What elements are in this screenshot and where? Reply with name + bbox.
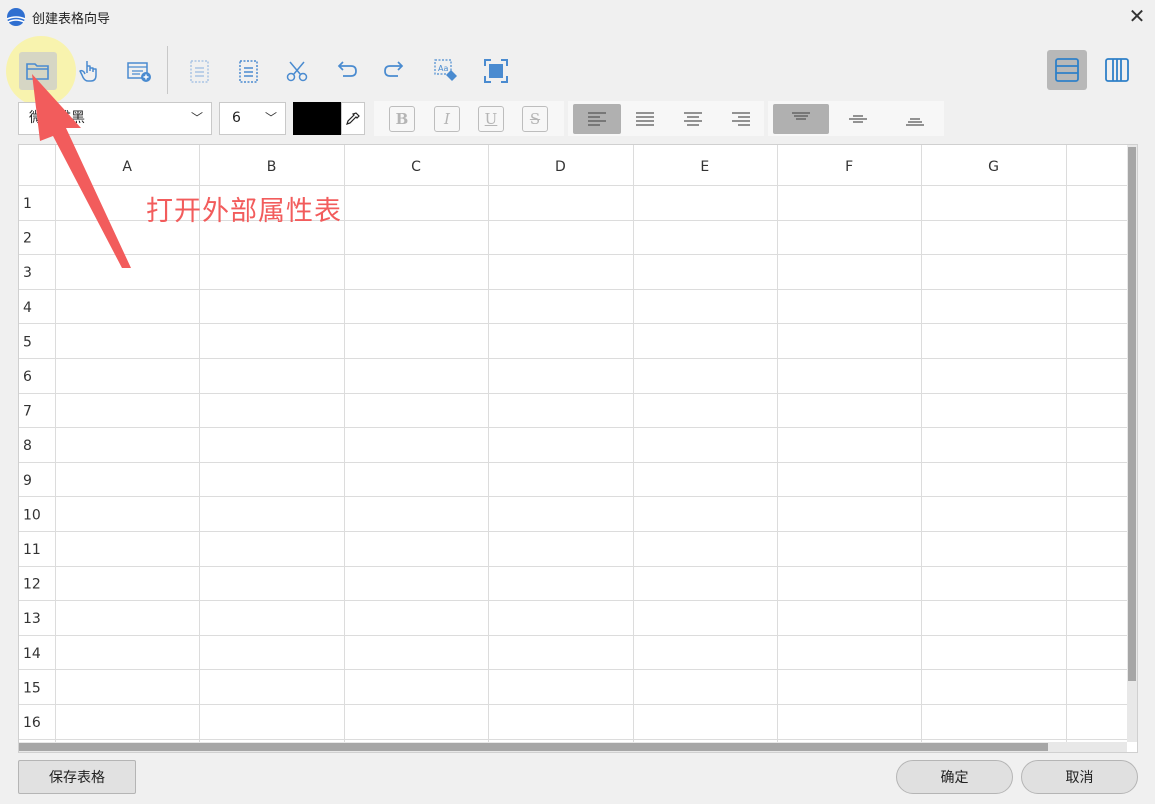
valign-top-button[interactable] [773, 104, 829, 134]
italic-button[interactable]: I [434, 106, 460, 132]
paste-doc-icon [239, 60, 258, 83]
row-header-16[interactable]: 16 [23, 715, 41, 731]
clear-format-button[interactable]: Aa [427, 52, 465, 90]
row-header-9[interactable]: 9 [23, 473, 32, 489]
eyedropper-icon [346, 111, 360, 125]
column-header-e[interactable]: E [700, 159, 709, 175]
undo-button[interactable] [327, 52, 365, 90]
valign-middle-button[interactable] [833, 104, 883, 134]
table-add-icon [127, 62, 151, 82]
rows-icon [1055, 58, 1079, 82]
column-header-b[interactable]: B [267, 159, 277, 175]
app-logo-icon [6, 8, 26, 26]
align-left-icon [588, 112, 606, 126]
color-picker-button[interactable] [341, 102, 365, 135]
insert-table-button[interactable] [120, 52, 158, 90]
valign-bottom-icon [906, 118, 924, 126]
row-header-12[interactable]: 12 [23, 577, 41, 593]
align-center-icon [684, 112, 702, 126]
row-header-4[interactable]: 4 [23, 300, 32, 316]
align-center-button[interactable] [669, 104, 717, 134]
hand-pointer-icon [79, 61, 97, 82]
ok-button[interactable]: 确定 [896, 760, 1013, 794]
open-folder-button[interactable] [19, 52, 57, 90]
font-family-value: 微软雅黑 [29, 110, 85, 126]
fullscreen-icon [484, 59, 508, 83]
fullscreen-button[interactable] [477, 52, 515, 90]
spreadsheet-grid[interactable]: A B C D E F G 1 2 3 4 5 6 7 8 9 10 11 12 13 14 15 16 [18, 144, 1138, 753]
strikethrough-button[interactable]: S [522, 106, 548, 132]
row-layout-button[interactable] [1047, 50, 1087, 90]
row-header-8[interactable]: 8 [23, 438, 32, 454]
copy-button[interactable] [180, 52, 218, 90]
row-header-10[interactable]: 10 [23, 507, 41, 523]
vertical-scroll-thumb[interactable] [1128, 147, 1136, 681]
text-color-swatch[interactable] [293, 102, 341, 135]
row-header-3[interactable]: 3 [23, 265, 32, 281]
chevron-down-icon: ﹀ [264, 111, 277, 125]
row-header-7[interactable]: 7 [23, 404, 32, 420]
toolbar-separator [167, 46, 168, 94]
column-header-a[interactable]: A [122, 159, 132, 175]
align-left-button[interactable] [573, 104, 621, 134]
paste-button[interactable] [229, 52, 267, 90]
row-header-2[interactable]: 2 [23, 231, 32, 247]
column-header-d[interactable]: D [555, 159, 566, 175]
cut-button[interactable] [278, 52, 316, 90]
svg-text:Aa: Aa [438, 64, 448, 73]
redo-icon [384, 61, 404, 77]
row-header-14[interactable]: 14 [23, 646, 41, 662]
font-size-value: 6 [232, 110, 241, 126]
row-header-1[interactable]: 1 [23, 196, 32, 212]
copy-doc-icon [190, 60, 209, 83]
window-title: 创建表格向导 [32, 12, 111, 27]
font-family-select[interactable]: 微软雅黑 ﹀ [18, 102, 212, 135]
row-header-11[interactable]: 11 [23, 542, 41, 558]
align-right-icon [732, 112, 750, 126]
title-bar: 创建表格向导 ✕ [0, 0, 1155, 32]
folder-icon [26, 63, 49, 80]
valign-top-icon [792, 112, 810, 120]
column-header-c[interactable]: C [411, 159, 421, 175]
redo-button[interactable] [376, 52, 414, 90]
scissors-icon [286, 61, 308, 82]
row-header-13[interactable]: 13 [23, 611, 41, 627]
save-table-button[interactable]: 保存表格 [18, 760, 136, 794]
annotation-label: 打开外部属性表 [146, 196, 342, 227]
grid-lines: A B C D E F G12345678910111213141516 [19, 145, 1127, 742]
undo-icon [337, 61, 357, 77]
close-button[interactable]: ✕ [1124, 4, 1150, 28]
align-right-button[interactable] [717, 104, 765, 134]
valign-middle-icon [849, 115, 867, 123]
columns-icon [1105, 58, 1129, 82]
column-header-g[interactable]: G [988, 159, 999, 175]
select-cell-button[interactable] [71, 52, 109, 90]
row-header-15[interactable]: 15 [23, 680, 41, 696]
valign-bottom-button[interactable] [890, 104, 940, 134]
align-justify-button[interactable] [621, 104, 669, 134]
align-justify-icon [636, 112, 654, 126]
cancel-button[interactable]: 取消 [1021, 760, 1138, 794]
column-layout-button[interactable] [1097, 50, 1137, 90]
underline-button[interactable]: U [478, 106, 504, 132]
chevron-down-icon: ﹀ [190, 111, 203, 125]
horizontal-scroll-thumb[interactable] [19, 743, 1048, 751]
font-size-select[interactable]: 6 ﹀ [219, 102, 286, 135]
format-eraser-icon: Aa [434, 59, 457, 81]
row-header-6[interactable]: 6 [23, 369, 32, 385]
row-header-5[interactable]: 5 [23, 334, 32, 350]
bold-button[interactable]: B [389, 106, 415, 132]
column-header-f[interactable]: F [845, 159, 853, 175]
